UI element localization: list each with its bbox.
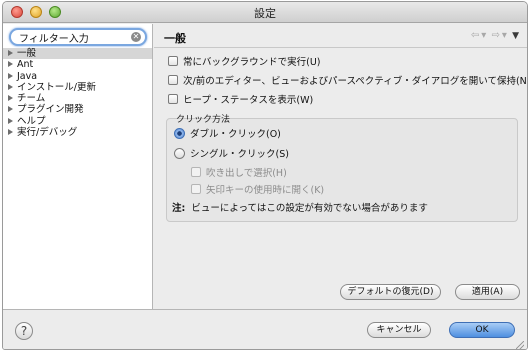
radio-button[interactable] xyxy=(174,148,185,159)
radio-label: ダブル・クリック(O) xyxy=(190,129,281,140)
back-arrow-icon[interactable]: ⇦ xyxy=(471,30,479,41)
tree-item-label: インストール/更新 xyxy=(17,81,97,93)
back-dropdown-icon[interactable]: ▾ xyxy=(481,30,486,41)
option-show-heap-status[interactable]: ヒープ・ステータスを表示(W) xyxy=(168,94,313,108)
expand-arrow-icon[interactable] xyxy=(8,50,13,56)
option-select-on-hover: 吹き出しで選択(H) xyxy=(191,167,287,181)
expand-arrow-icon[interactable] xyxy=(8,106,13,113)
radio-single-click[interactable]: シングル・クリック(S) xyxy=(174,148,289,162)
tree-item-install-update[interactable]: インストール/更新 xyxy=(3,82,152,93)
option-label: 常にバックグラウンドで実行(U) xyxy=(183,57,321,68)
radio-button[interactable] xyxy=(174,128,185,139)
filter-input[interactable] xyxy=(19,31,129,43)
clear-icon[interactable]: ✕ xyxy=(131,32,141,42)
option-run-in-background[interactable]: 常にバックグラウンドで実行(U) xyxy=(168,56,321,70)
tree-item-label: Java xyxy=(17,70,38,82)
checkbox xyxy=(191,167,201,177)
tree-item-label: ヘルプ xyxy=(17,115,46,127)
cancel-button[interactable]: キャンセル xyxy=(367,322,431,338)
option-label: 次/前のエディター、ビューおよびパースペクティブ・ダイアログを開いて保持(N) xyxy=(183,76,528,87)
tree-item-label: プラグイン開発 xyxy=(17,104,84,116)
option-open-with-arrow-keys: 矢印キーの使用時に開く(K) xyxy=(191,184,324,198)
view-menu-icon[interactable]: ▼ xyxy=(512,31,519,41)
tree-item-general[interactable]: 一般 xyxy=(3,48,152,60)
checkbox[interactable] xyxy=(168,94,178,104)
ok-button[interactable]: OK xyxy=(449,322,515,338)
apply-button[interactable]: 適用(A) xyxy=(455,284,520,300)
expand-arrow-icon[interactable] xyxy=(8,129,13,136)
page-header: 一般 ⇦ ▾ ⇨ ▾ ▼ xyxy=(154,24,527,48)
tree-item-java[interactable]: Java xyxy=(3,71,152,82)
checkbox xyxy=(191,184,201,194)
forward-arrow-icon[interactable]: ⇨ xyxy=(491,30,499,41)
expand-arrow-icon[interactable] xyxy=(8,95,13,102)
note-text: ビューによってはこの設定が有効でない場合があります xyxy=(191,203,428,214)
tree-item-label: 実行/デバッグ xyxy=(17,127,78,139)
option-keep-next-prev-dialog-open[interactable]: 次/前のエディター、ビューおよびパースペクティブ・ダイアログを開いて保持(N) xyxy=(168,75,528,89)
tree-item-run-debug[interactable]: 実行/デバッグ xyxy=(3,127,152,138)
checkbox[interactable] xyxy=(168,75,178,85)
tree-item-label: Ant xyxy=(17,59,34,71)
click-method-note: 注: ビューによってはこの設定が有効でない場合があります xyxy=(172,202,428,216)
title-bar: 設定 xyxy=(3,2,527,23)
radio-double-click[interactable]: ダブル・クリック(O) xyxy=(174,128,281,142)
click-method-group-title: クリック方法 xyxy=(176,115,231,125)
radio-label: シングル・クリック(S) xyxy=(190,149,289,160)
preference-tree-pane: ✕ 一般 Ant Java インストール/更新 チーム プラグイン開発 ヘルプ … xyxy=(3,24,153,309)
forward-dropdown-icon[interactable]: ▾ xyxy=(502,30,507,41)
tree-item-team[interactable]: チーム xyxy=(3,93,152,104)
expand-arrow-icon[interactable] xyxy=(8,83,13,90)
resize-grip-icon[interactable] xyxy=(516,341,524,349)
restore-defaults-button[interactable]: デフォルトの復元(D) xyxy=(340,284,441,300)
option-label: 吹き出しで選択(H) xyxy=(206,168,287,179)
page-nav: ⇦ ▾ ⇨ ▾ ▼ xyxy=(469,30,519,41)
tree-item-help[interactable]: ヘルプ xyxy=(3,116,152,127)
help-icon[interactable]: ? xyxy=(15,322,33,340)
note-label: 注: xyxy=(172,203,186,214)
checkbox[interactable] xyxy=(168,56,178,66)
option-label: 矢印キーの使用時に開く(K) xyxy=(206,185,325,196)
dialog-footer: ? キャンセル OK xyxy=(3,309,527,349)
expand-arrow-icon[interactable] xyxy=(8,117,13,124)
preference-page: 一般 ⇦ ▾ ⇨ ▾ ▼ 常にバックグラウンドで実行(U) 次/前のエディター、ビュ… xyxy=(154,24,527,309)
tree-item-label: 一般 xyxy=(17,48,37,59)
expand-arrow-icon[interactable] xyxy=(8,72,13,79)
filter-field[interactable]: ✕ xyxy=(9,28,147,46)
preferences-window: 設定 ✕ 一般 Ant Java インストール/更新 チーム プラグイン開発 ヘ… xyxy=(2,1,528,350)
tree-item-plugin-development[interactable]: プラグイン開発 xyxy=(3,104,152,115)
preference-tree: 一般 Ant Java インストール/更新 チーム プラグイン開発 ヘルプ 実行… xyxy=(3,48,152,138)
window-title: 設定 xyxy=(254,7,276,20)
tree-item-label: チーム xyxy=(17,93,46,105)
page-title: 一般 xyxy=(164,32,186,45)
option-label: ヒープ・ステータスを表示(W) xyxy=(183,95,314,106)
tree-item-ant[interactable]: Ant xyxy=(3,59,152,70)
expand-arrow-icon[interactable] xyxy=(8,61,13,68)
